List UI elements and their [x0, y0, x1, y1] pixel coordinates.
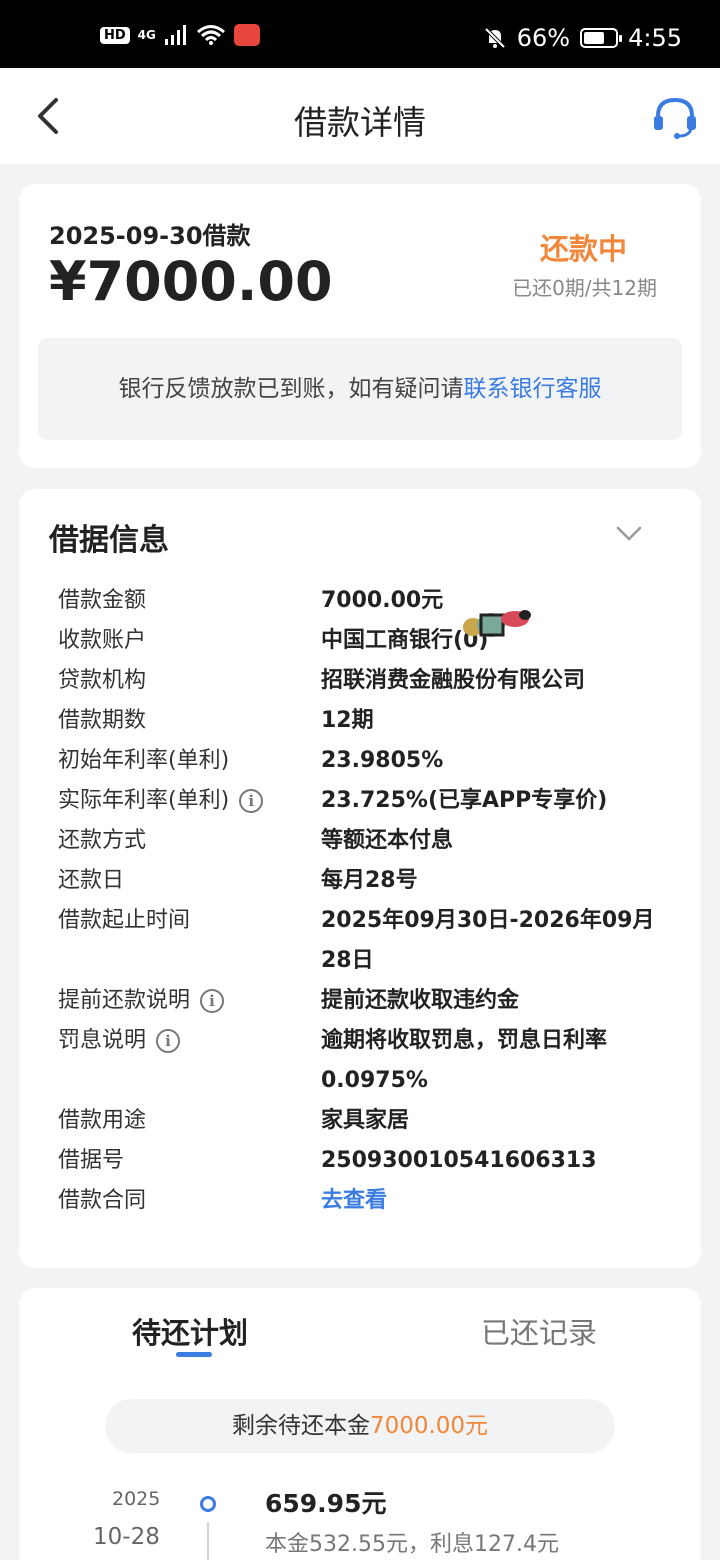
info-label: 借款期数 — [58, 708, 147, 733]
info-icon[interactable]: i — [156, 1029, 181, 1053]
loan-date: 2025-09-30借款 — [49, 222, 251, 250]
wifi-icon — [196, 25, 225, 45]
signal-icon — [164, 25, 186, 45]
clock: 4:55 — [628, 24, 682, 52]
info-value: 2025年09月30日-2026年09月28日 — [321, 908, 655, 973]
info-label: 收款账户 — [58, 628, 147, 653]
repayment-plan-card: 待还计划 已还记录 剩余待还本金7000.00元 2025 10-28 659.… — [19, 1288, 701, 1560]
status-badge: 还款中 — [539, 232, 627, 266]
page-title: 借款详情 — [294, 103, 426, 142]
info-label: 借款金额 — [58, 588, 147, 613]
disbursement-notice: 银行反馈放款已到账，如有疑问请联系银行客服 — [38, 338, 682, 440]
hd-badge: HD — [100, 26, 130, 44]
info-value: 提前还款收取违约金 — [321, 988, 520, 1013]
plan-detail: 本金532.55元，利息127.4元 — [265, 1532, 559, 1557]
tab-repaid-records[interactable]: 已还记录 — [481, 1310, 597, 1352]
info-value: 逾期将收取罚息，罚息日利率0.0975% — [321, 1028, 608, 1093]
remaining-principal: 剩余待还本金7000.00元 — [105, 1399, 615, 1453]
repayment-progress: 已还0期/共12期 — [512, 276, 657, 300]
mute-bell-icon — [484, 27, 506, 49]
receipt-info-card: 借据信息 借款金额 7000.00元 收款账户 中国工商银行(0) 贷款机构 招… — [19, 489, 701, 1268]
plan-amount: 659.95元 — [265, 1489, 387, 1518]
info-label: 借据号 — [58, 1148, 125, 1173]
info-label: 还款方式 — [58, 828, 147, 853]
info-label: 提前还款说明 i — [58, 981, 225, 1021]
loan-amount: ¥7000.00 — [49, 250, 333, 313]
info-value: 12期 — [321, 708, 374, 733]
timeline-dot — [200, 1496, 216, 1512]
info-value: 等额还本付息 — [321, 828, 454, 853]
info-value: 家具家居 — [321, 1108, 410, 1133]
info-value: 23.9805% — [321, 748, 444, 773]
info-icon[interactable]: i — [200, 989, 225, 1013]
remaining-label: 剩余待还本金 — [231, 1413, 370, 1439]
status-bar: HD 4G 66% 4:55 — [0, 0, 720, 68]
network-label: 4G — [137, 28, 156, 42]
info-label: 借款用途 — [58, 1108, 147, 1133]
info-value: 250930010541606313 — [321, 1148, 597, 1173]
status-bar-left: HD 4G — [100, 24, 260, 46]
nav-bar: 借款详情 — [0, 68, 720, 164]
status-bar-right: 66% 4:55 — [483, 24, 682, 52]
info-label: 借款起止时间 — [58, 908, 191, 933]
info-label: 贷款机构 — [58, 668, 147, 693]
section-title: 借据信息 — [49, 523, 169, 558]
tab-indicator — [176, 1352, 212, 1357]
app-notification-icon — [233, 24, 260, 46]
view-contract-link[interactable]: 去查看 — [321, 1181, 681, 1221]
info-value: 每月28号 — [321, 868, 418, 893]
timeline-line — [207, 1522, 209, 1560]
plan-year: 2025 — [112, 1488, 161, 1510]
battery-icon — [580, 28, 623, 48]
remaining-value: 7000.00元 — [369, 1413, 489, 1439]
plan-date: 10-28 — [93, 1524, 160, 1550]
info-label: 罚息说明 i — [58, 1021, 181, 1061]
info-label: 实际年利率(单利) i — [58, 781, 264, 821]
info-value: 招联消费金融股份有限公司 — [321, 668, 586, 693]
battery-percent: 66% — [516, 24, 571, 52]
chevron-down-icon[interactable] — [615, 523, 643, 543]
info-value: 23.725%(已享APP专享价) — [321, 788, 608, 813]
info-label: 借款合同 — [58, 1188, 147, 1213]
contact-bank-link[interactable]: 联系银行客服 — [464, 376, 602, 402]
info-icon[interactable]: i — [239, 789, 264, 813]
redaction-mark — [463, 610, 531, 637]
notice-text: 银行反馈放款已到账，如有疑问请 — [118, 376, 464, 402]
headset-icon[interactable] — [652, 96, 698, 140]
tab-pending-plan[interactable]: 待还计划 — [132, 1310, 248, 1352]
loan-summary-card: 2025-09-30借款 ¥7000.00 还款中 已还0期/共12期 银行反馈… — [19, 184, 701, 468]
info-label: 还款日 — [58, 868, 125, 893]
info-label: 初始年利率(单利) — [58, 748, 230, 773]
